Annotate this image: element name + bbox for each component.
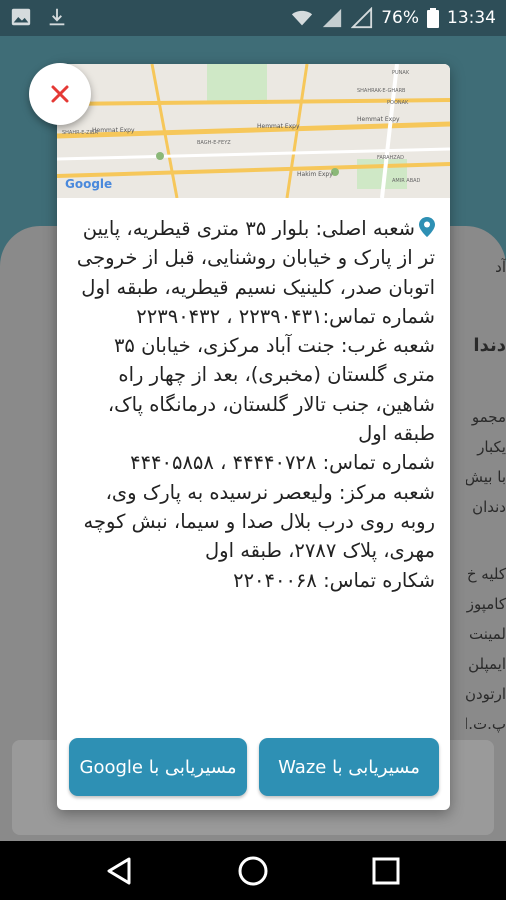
branches-content: شعبه اصلی: بلوار ۳۵ متری قیطریه، پایین ت… (75, 214, 435, 595)
home-icon[interactable] (237, 855, 269, 887)
map-label: BAGH-E-FEYZ (197, 140, 231, 146)
map-label: Hemmat Expy (357, 116, 400, 123)
bg-text: آد (495, 258, 506, 276)
back-icon[interactable] (103, 855, 135, 887)
map-label: Hemmat Expy (257, 123, 300, 130)
bg-text: پ.ت.ا (466, 715, 506, 733)
map-graphic: Hemmat Expy Hemmat Expy Hemmat Expy Haki… (57, 64, 450, 198)
bg-text: دندان (472, 498, 506, 516)
battery-percent: 76% (381, 8, 419, 28)
map-label: Hemmat Expy (92, 127, 135, 134)
bg-text: کلیه خ (466, 565, 506, 583)
wifi-icon (292, 10, 313, 26)
map-label: AMIR ABAD (392, 178, 421, 184)
branch-address: شعبه مرکز: ولیعصر نرسیده به پارک وی، روب… (83, 480, 436, 563)
close-icon (51, 85, 69, 103)
map-view[interactable]: Hemmat Expy Hemmat Expy Hemmat Expy Haki… (57, 64, 450, 198)
bg-text: لمینت (468, 625, 506, 643)
location-pin-icon (419, 217, 435, 237)
battery-icon (427, 8, 439, 28)
signal-icon-2 (351, 7, 373, 29)
google-navigation-button[interactable]: مسیریابی با Google (69, 738, 247, 796)
branch-phone[interactable]: شماره تماس:۲۲۳۹۰۴۳۱ ، ۲۲۳۹۰۴۳۲ (75, 302, 435, 331)
map-label: SHAHR-E-ZIBA (62, 130, 98, 136)
recents-icon[interactable] (370, 855, 402, 887)
bg-heading: دندا (473, 335, 506, 356)
map-label: SHAHRAK-E-GHARB (357, 88, 406, 94)
bg-text: ارتودن (466, 685, 506, 703)
branch-phone[interactable]: شماره تماس: ۴۴۴۴۰۷۲۸ ، ۴۴۴۰۵۸۵۸ (75, 448, 435, 477)
bg-text: مجمو (471, 408, 506, 426)
branch-phone[interactable]: شکاره تماس: ۲۲۰۴۰۰۶۸ (75, 566, 435, 595)
clock: 13:34 (447, 8, 496, 28)
branch-address: شعبه اصلی: بلوار ۳۵ متری قیطریه، پایین ت… (75, 214, 435, 302)
map-label: PUNAK (392, 70, 410, 76)
map-label: POONAK (387, 100, 409, 106)
branch-address-text: شعبه اصلی: بلوار ۳۵ متری قیطریه، پایین ت… (76, 217, 435, 299)
bg-text: ایمپلن (468, 655, 506, 673)
map-label: Hakim Expy (297, 171, 333, 178)
navigation-bar (0, 841, 506, 900)
waze-navigation-button[interactable]: مسیریابی با Waze (259, 738, 439, 796)
status-bar: 76% 13:34 (0, 0, 506, 36)
google-logo: Google (65, 177, 112, 191)
bg-text: کامپوز (466, 595, 506, 613)
download-icon (49, 8, 65, 26)
image-icon (11, 8, 31, 26)
map-label: FARAHZAD (377, 155, 404, 161)
signal-icon (323, 8, 342, 28)
bg-text: یکبار (477, 438, 506, 456)
branch-address: شعبه غرب: جنت آباد مرکزی، خیابان ۳۵ متری… (107, 334, 435, 446)
bg-text: با بیش (466, 468, 506, 486)
close-button[interactable] (29, 63, 91, 125)
branches-dialog: Hemmat Expy Hemmat Expy Hemmat Expy Haki… (57, 64, 450, 810)
